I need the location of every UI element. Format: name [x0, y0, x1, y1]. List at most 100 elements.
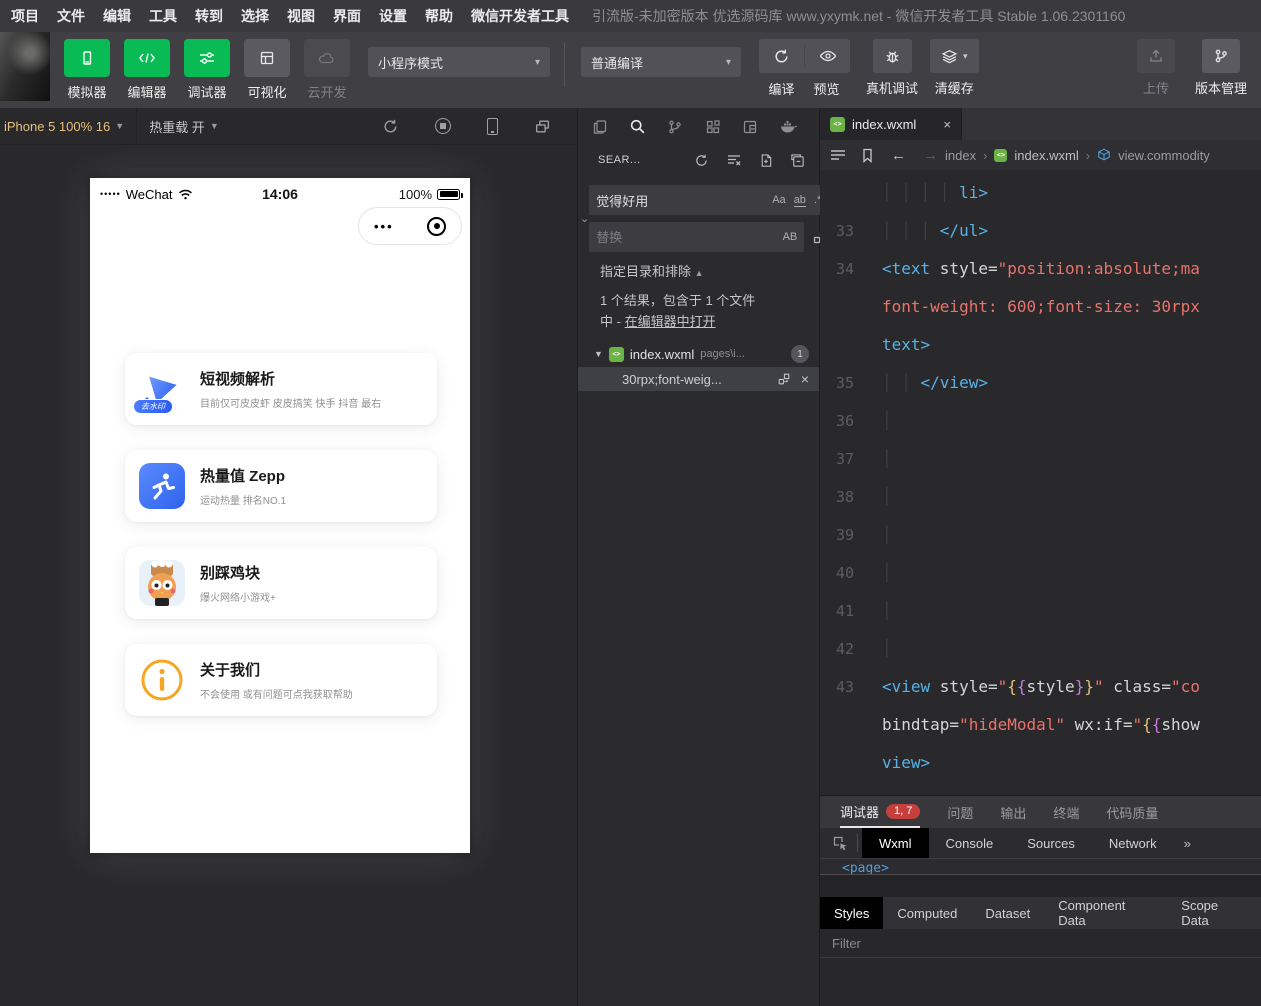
whole-word-icon[interactable]: ab — [794, 194, 806, 207]
record-icon[interactable] — [435, 118, 451, 134]
docker-icon[interactable] — [779, 119, 797, 134]
device-frame-icon[interactable] — [487, 118, 498, 135]
bookmark-icon[interactable] — [861, 148, 874, 163]
replace-input[interactable] — [596, 230, 782, 245]
preview-button[interactable] — [805, 39, 850, 73]
card-about[interactable]: 关于我们 不会使用 或有问题可点我获取帮助 — [125, 644, 437, 716]
code-line[interactable]: 40│ — [820, 554, 1261, 592]
result-file-row[interactable]: ▼ <> index.wxml pages\i... 1 — [578, 341, 819, 367]
search-input[interactable] — [596, 193, 772, 208]
open-in-editor-link[interactable]: 在编辑器中打开 — [625, 314, 716, 329]
menu-item[interactable]: 工具 — [140, 0, 186, 32]
code-line[interactable]: 35│ │ </view> — [820, 364, 1261, 402]
search-options-toggle[interactable]: 指定目录和排除 ▲ — [578, 252, 819, 280]
forward-icon[interactable]: → — [923, 147, 938, 164]
code-line[interactable]: 38│ — [820, 478, 1261, 516]
new-search-editor-icon[interactable] — [759, 153, 773, 168]
code-line[interactable]: 33│ │ │ </ul> — [820, 212, 1261, 250]
debugger-tab[interactable]: 输出 — [1000, 796, 1026, 828]
more-tabs-icon[interactable]: » — [1174, 836, 1201, 851]
hot-reload-select[interactable]: 热重载 开 ▼ — [137, 108, 231, 144]
code-line[interactable]: 37│ — [820, 440, 1261, 478]
upload-button[interactable] — [1137, 39, 1175, 73]
card-zepp[interactable]: 热量值 Zepp 运动热量 排名NO.1 — [125, 450, 437, 522]
clear-results-icon[interactable] — [726, 153, 742, 167]
device-debug-button[interactable] — [873, 39, 912, 73]
code-line[interactable]: 43<view style="{{style}}" class="co — [820, 668, 1261, 706]
search-icon[interactable] — [629, 118, 646, 135]
outline-icon[interactable] — [742, 119, 758, 135]
card-game[interactable]: 别踩鸡块 爆火网络小游戏+ — [125, 547, 437, 619]
code-line[interactable]: font-weight: 600;font-size: 30rpx — [820, 288, 1261, 326]
cloud-dev-toggle[interactable]: 云开发 — [304, 39, 350, 101]
back-icon[interactable]: ← — [891, 147, 906, 164]
menu-item[interactable]: 文件 — [48, 0, 94, 32]
compile-mode-select[interactable]: 普通编译 ▾ — [581, 47, 741, 77]
menu-item[interactable]: 选择 — [232, 0, 278, 32]
styles-tab[interactable]: Component Data — [1044, 897, 1167, 929]
preserve-case-icon[interactable]: AB — [783, 231, 798, 243]
match-case-icon[interactable]: Aa — [772, 194, 785, 206]
result-match-row[interactable]: 30rpx;font-weig... × — [578, 367, 819, 391]
refresh-simulator-icon[interactable] — [382, 118, 399, 135]
code-line[interactable]: bindtap="hideModal" wx:if="{{show — [820, 706, 1261, 744]
tab-debugger[interactable]: 调试器 1, 7 — [840, 796, 920, 828]
menu-item[interactable]: 项目 — [2, 0, 48, 32]
code-line[interactable]: view> — [820, 744, 1261, 782]
styles-tab[interactable]: Computed — [883, 897, 971, 929]
outline-list-icon[interactable] — [830, 148, 846, 162]
devtools-tab[interactable]: Console — [929, 828, 1011, 858]
simulator-toggle[interactable]: 模拟器 — [64, 39, 110, 101]
editor-toggle[interactable]: 编辑器 — [124, 39, 170, 101]
code-line[interactable]: 42│ — [820, 630, 1261, 668]
crumb-node[interactable]: view.commodity — [1118, 148, 1210, 163]
debugger-tab[interactable]: 问题 — [947, 796, 973, 828]
crumb-index[interactable]: index — [945, 148, 976, 163]
version-button[interactable] — [1202, 39, 1240, 73]
code-line[interactable]: │ │ │ │ li> — [820, 174, 1261, 212]
mode-select[interactable]: 小程序模式 ▾ — [368, 47, 550, 77]
compile-button[interactable] — [759, 39, 804, 73]
code-line[interactable]: 41│ — [820, 592, 1261, 630]
visual-toggle[interactable]: 可视化 — [244, 39, 290, 101]
close-capsule-button[interactable] — [427, 217, 446, 236]
devtools-tab-wxml[interactable]: Wxml — [862, 828, 929, 858]
source-control-icon[interactable] — [667, 119, 683, 135]
card-video-parse[interactable]: 去水印 短视频解析 目前仅可皮皮虾 皮皮搞笑 快手 抖音 最右 — [125, 353, 437, 425]
styles-tab-styles[interactable]: Styles — [820, 897, 883, 929]
debugger-tab[interactable]: 终端 — [1053, 796, 1079, 828]
menu-item[interactable]: 界面 — [324, 0, 370, 32]
debugger-toggle[interactable]: 调试器 — [184, 39, 230, 101]
menu-item[interactable]: 视图 — [278, 0, 324, 32]
refresh-search-icon[interactable] — [694, 153, 709, 168]
tab-index-wxml[interactable]: <> index.wxml × — [820, 108, 962, 140]
devtools-tab[interactable]: Network — [1092, 828, 1174, 858]
collapse-all-icon[interactable] — [790, 153, 805, 168]
menu-item[interactable]: 帮助 — [416, 0, 462, 32]
explorer-icon[interactable] — [592, 119, 608, 135]
replace-match-icon[interactable] — [777, 372, 791, 386]
toggle-replace-chevron[interactable]: ⌄ — [580, 185, 589, 252]
close-tab-icon[interactable]: × — [943, 117, 951, 132]
menu-item[interactable]: 转到 — [186, 0, 232, 32]
styles-filter[interactable]: Filter — [820, 929, 1261, 958]
extensions-icon[interactable] — [705, 119, 721, 135]
user-avatar[interactable] — [0, 32, 50, 101]
crumb-file[interactable]: index.wxml — [1014, 148, 1078, 163]
code-editor[interactable]: │ │ │ │ li>33│ │ │ </ul>34<text style="p… — [820, 170, 1261, 795]
inspect-element-icon[interactable] — [820, 835, 857, 851]
debugger-tab[interactable]: 代码质量 — [1106, 796, 1158, 828]
more-menu-button[interactable]: ••• — [374, 219, 394, 234]
tree-caret-icon[interactable]: ▼ — [594, 349, 603, 359]
code-line[interactable]: 34<text style="position:absolute;ma — [820, 250, 1261, 288]
styles-tab[interactable]: Dataset — [971, 897, 1044, 929]
windows-icon[interactable] — [534, 119, 551, 134]
menu-item[interactable]: 设置 — [370, 0, 416, 32]
clear-cache-button[interactable]: ▾ — [930, 39, 979, 73]
menu-item[interactable]: 编辑 — [94, 0, 140, 32]
dismiss-match-icon[interactable]: × — [801, 371, 809, 387]
devtools-tab[interactable]: Sources — [1010, 828, 1092, 858]
device-select[interactable]: iPhone 5 100% 16 ▼ — [0, 108, 137, 144]
styles-tab[interactable]: Scope Data — [1167, 897, 1261, 929]
menu-item[interactable]: 微信开发者工具 — [462, 0, 578, 32]
